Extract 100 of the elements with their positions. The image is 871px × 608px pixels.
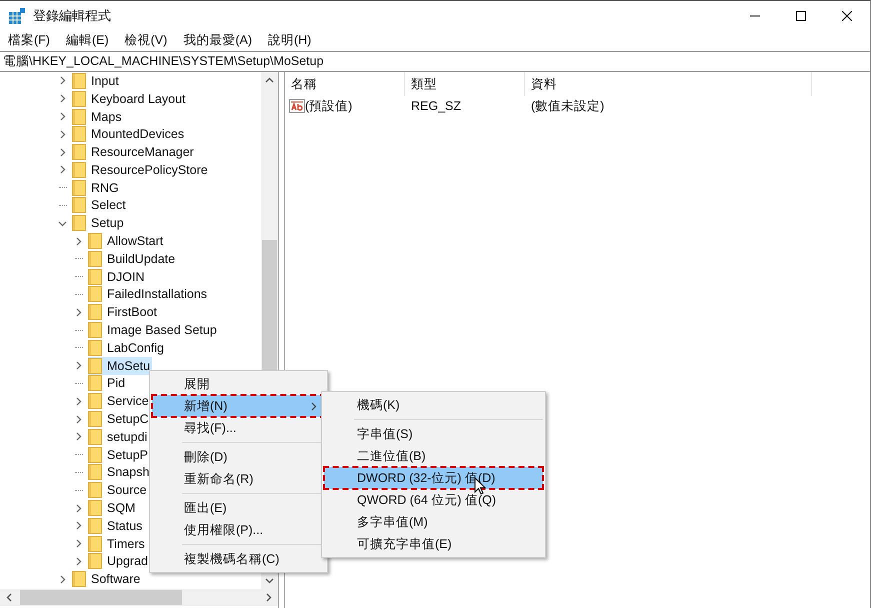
scroll-right-icon[interactable] (266, 593, 272, 602)
expand-chevron-icon[interactable] (74, 308, 83, 317)
folder-icon (72, 215, 86, 232)
expand-chevron-icon[interactable] (74, 361, 83, 370)
folder-icon (72, 90, 86, 107)
folder-icon (88, 411, 102, 428)
tree-item[interactable]: Input (72, 72, 121, 90)
folder-icon (88, 340, 102, 356)
tree-item[interactable]: ResourcePolicyStore (72, 160, 210, 179)
window-title: 登錄編輯程式 (33, 6, 111, 24)
close-icon (842, 10, 852, 20)
tree-item[interactable]: Timers (88, 534, 147, 553)
expand-chevron-icon[interactable] (74, 521, 83, 530)
address-bar[interactable]: 電腦\HKEY_LOCAL_MACHINE\SYSTEM\Setup\MoSetup (0, 51, 870, 72)
maximize-icon (796, 10, 806, 20)
menu-item[interactable]: 多字串值(M) (324, 511, 543, 533)
menu-item[interactable]: 重新命名(R) (152, 468, 325, 490)
tree-item[interactable]: SetupC (88, 410, 151, 428)
menu-item[interactable]: 檢視(V) (118, 32, 174, 49)
tree-item[interactable]: RNG (72, 178, 121, 197)
expand-chevron-icon[interactable] (58, 574, 67, 584)
menu-item[interactable]: 使用權限(P)... (152, 519, 325, 541)
menu-item[interactable]: 字串值(S) (324, 423, 543, 445)
expand-chevron-icon[interactable] (58, 76, 67, 86)
tree-item[interactable]: Source (88, 481, 149, 500)
menu-item[interactable]: 可擴充字串值(E) (324, 533, 543, 555)
tree-item[interactable]: setupdi (88, 428, 150, 446)
expand-chevron-icon[interactable] (58, 148, 67, 157)
expand-chevron-icon[interactable] (58, 112, 67, 121)
menu-item[interactable]: 編輯(E) (60, 32, 115, 49)
menu-item[interactable]: 二進位值(B) (324, 445, 543, 467)
expand-chevron-icon[interactable] (58, 218, 67, 228)
scroll-up-icon[interactable] (265, 77, 274, 83)
tree-item[interactable]: MoSetu (88, 356, 152, 375)
horizontal-scrollbar[interactable] (0, 589, 278, 606)
tree-item[interactable]: SetupP (88, 446, 150, 464)
folder-icon (72, 180, 86, 196)
expand-chevron-icon[interactable] (58, 94, 67, 104)
column-header[interactable]: 類型 (405, 72, 525, 96)
tree-item[interactable]: FirstBoot (88, 303, 160, 322)
menu-item[interactable]: 匯出(E) (152, 497, 325, 519)
expand-chevron-icon[interactable] (74, 414, 83, 424)
column-header[interactable]: 名稱 (285, 72, 405, 96)
menu-item[interactable]: 展開 (152, 373, 325, 395)
tree-item[interactable]: Keyboard Layout (72, 90, 188, 108)
menu-item[interactable]: QWORD (64 位元) 值(Q) (324, 489, 543, 511)
tree-item[interactable]: Maps (72, 108, 124, 126)
tree-item[interactable]: Pid (88, 374, 128, 392)
expand-chevron-icon[interactable] (74, 236, 83, 246)
tree-item[interactable]: LabConfig (88, 338, 166, 357)
folder-icon (88, 482, 102, 498)
tree-item[interactable]: BuildUpdate (88, 250, 178, 268)
folder-icon (88, 233, 102, 250)
expand-chevron-icon[interactable] (74, 504, 83, 513)
menu-item[interactable]: 複製機碼名稱(C) (152, 548, 325, 570)
folder-icon (72, 144, 86, 160)
tree-item[interactable]: Software (72, 570, 142, 588)
string-value-icon (289, 99, 305, 113)
tree-item[interactable]: FailedInstallations (88, 285, 210, 304)
menu-item[interactable]: 機碼(K) (324, 394, 543, 416)
folder-icon (72, 571, 86, 588)
menu-item[interactable]: 尋找(F)... (152, 417, 325, 439)
folder-icon (72, 72, 86, 89)
tree-item[interactable]: Upgrad (88, 552, 150, 570)
expand-chevron-icon[interactable] (74, 539, 83, 548)
tree-item[interactable]: DJOIN (88, 268, 146, 286)
tree-item[interactable]: Service (88, 392, 151, 410)
menu-item[interactable]: 說明(H) (262, 32, 318, 49)
folder-icon (72, 162, 86, 178)
folder-icon (72, 108, 86, 124)
menu-item[interactable]: 刪除(D) (152, 446, 325, 468)
tree-item[interactable]: Setup (72, 214, 126, 232)
expand-chevron-icon[interactable] (74, 556, 83, 566)
tree-item[interactable]: Select (72, 196, 128, 214)
expand-chevron-icon[interactable] (74, 432, 83, 442)
tree-item[interactable]: MountedDevices (72, 125, 186, 144)
expand-chevron-icon[interactable] (58, 130, 67, 139)
expand-chevron-icon[interactable] (74, 396, 83, 406)
scroll-down-icon[interactable] (265, 578, 274, 584)
menu-item[interactable]: 我的最愛(A) (177, 32, 258, 49)
tree-item[interactable]: Image Based Setup (88, 321, 219, 340)
folder-icon (88, 553, 102, 570)
scroll-left-icon[interactable] (6, 593, 12, 602)
registry-icon (9, 8, 25, 24)
tree-item[interactable]: Snapsh (88, 463, 152, 482)
tree-item[interactable]: SQM (88, 499, 138, 518)
tree-item[interactable]: Status (88, 516, 144, 535)
folder-icon (88, 446, 102, 463)
folder-icon (88, 536, 102, 552)
folder-icon (88, 393, 102, 410)
tree-item[interactable]: ResourceManager (72, 143, 196, 162)
expand-chevron-icon[interactable] (58, 165, 67, 174)
tree-item[interactable]: AllowStart (88, 232, 166, 250)
menu-item[interactable]: 檔案(F) (2, 32, 56, 49)
folder-icon (88, 358, 102, 374)
folder-icon (88, 518, 102, 534)
scrollbar-thumb[interactable] (20, 590, 182, 605)
folder-icon (88, 304, 102, 320)
value-type: REG_SZ (410, 99, 462, 113)
column-header[interactable]: 資料 (525, 72, 812, 96)
